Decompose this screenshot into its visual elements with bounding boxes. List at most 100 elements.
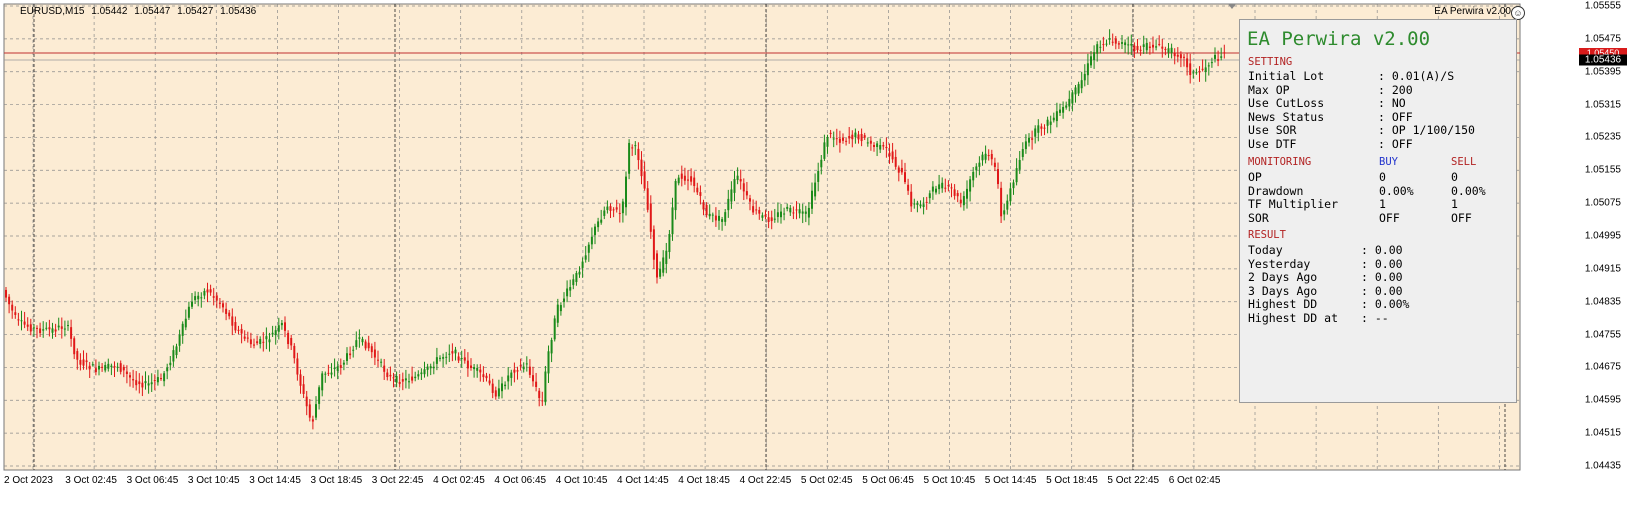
- candle-bull: [178, 334, 181, 346]
- candle-bull: [439, 357, 441, 359]
- time-axis-label: 2 Oct 2023: [4, 475, 53, 486]
- candle-bear: [900, 167, 903, 173]
- candle-bear: [141, 382, 144, 388]
- candle-bull: [20, 320, 23, 322]
- candle-bear: [745, 191, 748, 196]
- candle-bull: [280, 322, 283, 326]
- candle-bull: [708, 213, 711, 217]
- candle-bear: [206, 289, 209, 293]
- candle-bull: [423, 369, 426, 375]
- candle-bull: [169, 362, 172, 366]
- candle-bull: [187, 306, 190, 318]
- price-chart[interactable]: EURUSD,M15 1.05442 1.05447 1.05427 1.054…: [0, 0, 1627, 510]
- candle-bear: [953, 189, 956, 196]
- candle-bear: [215, 295, 218, 301]
- setting-value: : NO: [1378, 96, 1406, 110]
- candle-bear: [838, 138, 841, 143]
- result-label: Highest DD: [1248, 297, 1318, 311]
- candle-bear: [535, 381, 538, 387]
- candle-bull: [107, 363, 110, 369]
- candle-bull: [814, 182, 817, 197]
- candle-bull: [352, 349, 355, 351]
- candle-bull: [913, 203, 916, 205]
- candle-bull: [807, 207, 810, 218]
- candle-bear: [296, 358, 299, 375]
- candle-bear: [990, 154, 993, 160]
- candle-bull: [773, 218, 776, 220]
- price-axis-label: 1.05155: [1584, 164, 1621, 176]
- setting-label: Use DTF: [1248, 137, 1297, 151]
- price-axis-label: 1.05475: [1584, 33, 1621, 45]
- candle-bull: [1096, 44, 1099, 54]
- expert-advisor-label[interactable]: EA Perwira v2.00: [1434, 6, 1511, 17]
- candle-bull: [1028, 137, 1030, 143]
- candle-bear: [284, 322, 286, 331]
- candle-bear: [1173, 52, 1176, 57]
- candle-bull: [330, 372, 333, 375]
- candle-bull: [1006, 200, 1009, 210]
- candle-bear: [897, 167, 900, 173]
- candle-bear: [1201, 68, 1204, 70]
- candle-bull: [414, 376, 417, 379]
- candle-bull: [935, 188, 937, 193]
- candle-bear: [987, 155, 990, 157]
- monitoring-label: OP: [1248, 170, 1262, 184]
- candle-bear: [1111, 41, 1114, 43]
- candle-bear: [860, 133, 863, 142]
- candle-bear: [305, 396, 308, 407]
- candle-bear: [792, 212, 795, 214]
- candle-bull: [625, 176, 627, 208]
- candle-bull: [1145, 42, 1148, 51]
- open-price: 1.05442: [91, 6, 128, 17]
- candle-bear: [17, 319, 20, 321]
- smiley-icon[interactable]: ☺: [1511, 6, 1525, 20]
- candle-bear: [1198, 71, 1201, 73]
- candle-bull: [587, 244, 590, 253]
- candle-bull: [321, 373, 324, 391]
- candle-bear: [349, 353, 352, 356]
- candle-bull: [442, 357, 445, 359]
- candle-bull: [1214, 54, 1216, 59]
- candle-bull: [820, 159, 823, 168]
- candle-bull: [919, 204, 922, 207]
- candle-bull: [832, 138, 835, 140]
- candle-bull: [1071, 92, 1074, 104]
- candle-bear: [113, 366, 116, 368]
- candle-bear: [1139, 49, 1142, 51]
- candle-bear: [690, 176, 693, 182]
- candle-bear: [742, 183, 745, 192]
- candle-bear: [129, 375, 131, 378]
- candle-bull: [268, 339, 271, 343]
- price-axis-label: 1.04755: [1584, 329, 1621, 341]
- candle-bull: [1207, 65, 1210, 67]
- time-axis-label: 5 Oct 18:45: [1046, 475, 1098, 486]
- candle-bull: [1077, 84, 1080, 94]
- candle-bear: [631, 147, 634, 149]
- candle-bull: [578, 271, 581, 275]
- candle-bear: [1161, 46, 1164, 49]
- candle-bear: [646, 188, 649, 210]
- candle-bear: [869, 140, 872, 144]
- candle-bull: [1108, 38, 1111, 40]
- candle-bull: [584, 255, 587, 260]
- candle-bull: [783, 213, 786, 215]
- candle-bull: [315, 404, 317, 418]
- candle-bull: [324, 373, 327, 375]
- candle-bull: [566, 288, 569, 297]
- candle-bear: [1176, 54, 1179, 57]
- candle-bull: [32, 327, 35, 329]
- candle-bull: [600, 219, 603, 223]
- setting-value: : 200: [1378, 83, 1413, 97]
- candle-bear: [910, 191, 913, 207]
- candle-bull: [581, 261, 584, 268]
- candle-bear: [29, 324, 32, 332]
- candle-bull: [175, 346, 178, 356]
- candle-bear: [70, 327, 73, 339]
- candle-bull: [804, 211, 807, 214]
- candle-bear: [218, 302, 221, 304]
- candle-bear: [528, 366, 531, 375]
- setting-label: Use CutLoss: [1248, 96, 1325, 110]
- time-axis-label: 4 Oct 06:45: [494, 475, 547, 486]
- candle-bull: [1003, 210, 1006, 215]
- candle-bull: [1062, 107, 1065, 113]
